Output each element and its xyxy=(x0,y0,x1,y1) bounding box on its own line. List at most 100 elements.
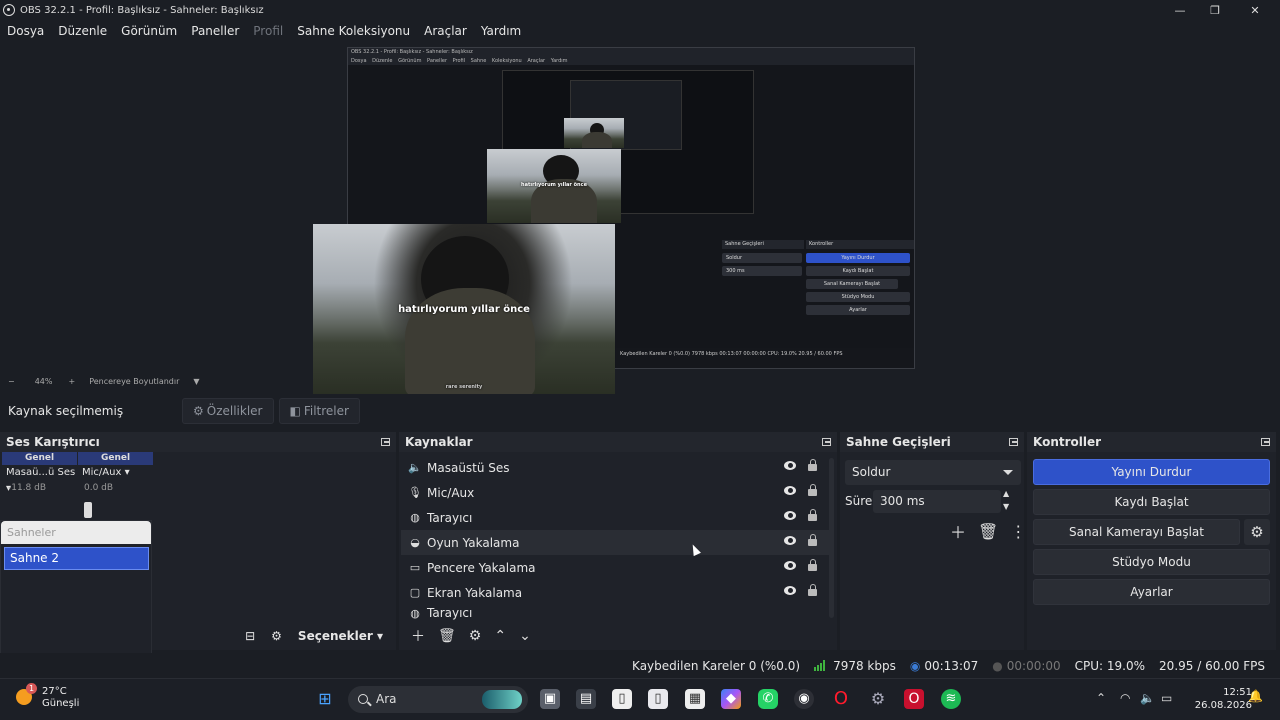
more-options-icon[interactable]: ⋮ xyxy=(1010,522,1026,541)
maximize-button[interactable]: ❐ xyxy=(1195,0,1235,20)
wifi-icon[interactable]: ◠ xyxy=(1120,691,1130,705)
close-button[interactable]: ✕ xyxy=(1235,0,1275,20)
opera-gx-icon[interactable]: O xyxy=(904,689,924,709)
add-source-icon[interactable]: ＋ xyxy=(411,626,425,646)
source-item[interactable]: ▢ Ekran Yakalama xyxy=(401,580,831,605)
obs-taskbar-icon[interactable]: ◉ xyxy=(794,689,814,709)
whatsapp-icon[interactable]: ✆ xyxy=(758,689,778,709)
menu-yardim[interactable]: Yardım xyxy=(474,24,528,38)
filters-button[interactable]: ◧ Filtreler xyxy=(278,398,360,424)
lock-icon[interactable] xyxy=(808,459,817,471)
file-explorer-icon[interactable]: ▤ xyxy=(576,689,596,709)
notes-icon[interactable]: ▯ xyxy=(648,689,668,709)
channel-name[interactable]: Mic/Aux ▾ xyxy=(78,465,153,481)
clock[interactable]: 12:51 26.08.2026 xyxy=(1195,686,1252,712)
lock-icon[interactable] xyxy=(808,559,817,571)
mini-transition-select: Soldur xyxy=(722,253,802,263)
eye-icon[interactable] xyxy=(784,511,796,520)
menu-duzenle[interactable]: Düzenle xyxy=(51,24,114,38)
stop-stream-button[interactable]: Yayını Durdur xyxy=(1033,459,1270,485)
scene-item[interactable]: Sahne 2 xyxy=(4,547,149,570)
gear-icon: ⚙ xyxy=(193,404,204,418)
status-bar: Kaybedilen Kareler 0 (%0.0) 7978 kbps ◉ … xyxy=(0,653,1280,678)
move-up-icon[interactable]: ⌃ xyxy=(494,628,506,644)
add-transition-icon[interactable]: ＋ xyxy=(950,519,966,543)
weather-widget[interactable]: 1 27°C Güneşli xyxy=(16,683,79,710)
zoom-out-button[interactable]: − xyxy=(8,377,15,386)
mixer-footer: ⊟ ⚙ Seçenekler ▾ xyxy=(152,625,395,647)
mini-stop-stream: Yayını Durdur xyxy=(806,253,910,263)
tray-chevron-icon[interactable]: ⌃ xyxy=(1096,691,1106,705)
video-caption: hatırlıyorum yıllar önce xyxy=(398,304,530,315)
notification-bell-icon[interactable]: 🔔 xyxy=(1248,689,1263,703)
store-icon[interactable]: ▦ xyxy=(685,689,705,709)
source-item[interactable]: ▭ Pencere Yakalama xyxy=(401,555,831,580)
settings-button[interactable]: Ayarlar xyxy=(1033,579,1270,605)
source-item[interactable]: 🔈 Masaüstü Ses xyxy=(401,455,831,480)
duration-input[interactable]: 300 ms xyxy=(873,490,1001,513)
undock-icon[interactable] xyxy=(1261,438,1270,446)
source-properties-icon[interactable]: ⚙ xyxy=(469,628,482,644)
source-item[interactable]: ◒ Oyun Yakalama xyxy=(401,530,831,555)
start-record-button[interactable]: Kaydı Başlat xyxy=(1033,489,1270,515)
menu-profil[interactable]: Profil xyxy=(246,24,290,38)
undock-icon[interactable] xyxy=(822,438,831,446)
virtual-camera-button[interactable]: Sanal Kamerayı Başlat xyxy=(1033,519,1240,545)
lock-icon[interactable] xyxy=(808,484,817,496)
remove-source-icon[interactable]: 🗑 xyxy=(438,628,456,644)
source-name: Ekran Yakalama xyxy=(427,585,523,600)
opera-icon[interactable]: O xyxy=(831,689,851,709)
eye-icon[interactable] xyxy=(784,486,796,495)
move-down-icon[interactable]: ⌄ xyxy=(519,628,531,644)
windows-start-icon[interactable]: ⊞ xyxy=(315,689,335,709)
eye-icon[interactable] xyxy=(784,561,796,570)
zoom-fit[interactable]: Pencereye Boyutlandır xyxy=(89,377,179,386)
virtual-camera-settings-icon[interactable]: ⚙ xyxy=(1244,519,1270,545)
transition-select[interactable]: Soldur xyxy=(845,460,1021,485)
minimize-button[interactable]: — xyxy=(1160,0,1200,20)
studio-mode-button[interactable]: Stüdyo Modu xyxy=(1033,549,1270,575)
source-item[interactable]: ◍ Tarayıcı xyxy=(401,505,831,530)
layout-icon[interactable]: ⊟ xyxy=(245,629,255,643)
eye-icon[interactable] xyxy=(784,586,796,595)
menu-dosya[interactable]: Dosya xyxy=(0,24,51,38)
volume-icon[interactable]: 🔈 xyxy=(1140,691,1155,705)
battery-icon[interactable]: ▭ xyxy=(1161,691,1172,705)
volume-slider-handle[interactable] xyxy=(84,502,92,518)
copilot-icon[interactable]: ◆ xyxy=(721,689,741,709)
zoom-dropdown-icon[interactable]: ▼ xyxy=(193,377,199,386)
channel-db: 0.0 dB xyxy=(84,483,114,493)
undock-icon[interactable] xyxy=(1009,438,1018,446)
properties-button[interactable]: ⚙ Özellikler xyxy=(182,398,274,424)
task-view-icon[interactable]: ▣ xyxy=(540,689,560,709)
menu-gorunum[interactable]: Görünüm xyxy=(114,24,184,38)
eye-icon[interactable] xyxy=(784,536,796,545)
advanced-audio-icon[interactable]: ⚙ xyxy=(271,629,282,643)
scenes-header: Sahneler xyxy=(1,521,151,544)
lock-icon[interactable] xyxy=(808,534,817,546)
settings-app-icon[interactable]: ⚙ xyxy=(868,689,888,709)
lock-icon[interactable] xyxy=(808,509,817,521)
options-button[interactable]: Seçenekler ▾ xyxy=(298,629,383,643)
lock-icon[interactable] xyxy=(808,584,817,596)
filter-icon: ◧ xyxy=(289,404,301,418)
sources-scrollbar[interactable] xyxy=(829,458,834,618)
menu-araclar[interactable]: Araçlar xyxy=(417,24,474,38)
source-item[interactable]: ◍ Tarayıcı xyxy=(401,605,831,621)
menu-sahne-koleksiyonu[interactable]: Sahne Koleksiyonu xyxy=(290,24,417,38)
remove-transition-icon[interactable]: 🗑 xyxy=(978,522,998,541)
source-item[interactable]: 🎙 Mic/Aux xyxy=(401,480,831,505)
signal-icon xyxy=(814,660,827,671)
clock-date: 26.08.2026 xyxy=(1194,700,1252,711)
zoom-in-button[interactable]: + xyxy=(68,377,75,386)
monitor-icon: ▢ xyxy=(409,586,421,599)
spin-down-icon[interactable]: ▼ xyxy=(1003,502,1009,511)
undock-icon[interactable] xyxy=(381,438,390,446)
menu-paneller[interactable]: Paneller xyxy=(184,24,246,38)
channel-name[interactable]: Masaü...ü Ses ▾ xyxy=(2,465,77,494)
spin-up-icon[interactable]: ▲ xyxy=(1003,489,1009,498)
search-input[interactable]: Ara xyxy=(348,686,528,713)
spotify-icon[interactable]: ≋ xyxy=(941,689,961,709)
document-icon[interactable]: ▯ xyxy=(612,689,632,709)
eye-icon[interactable] xyxy=(784,461,796,470)
